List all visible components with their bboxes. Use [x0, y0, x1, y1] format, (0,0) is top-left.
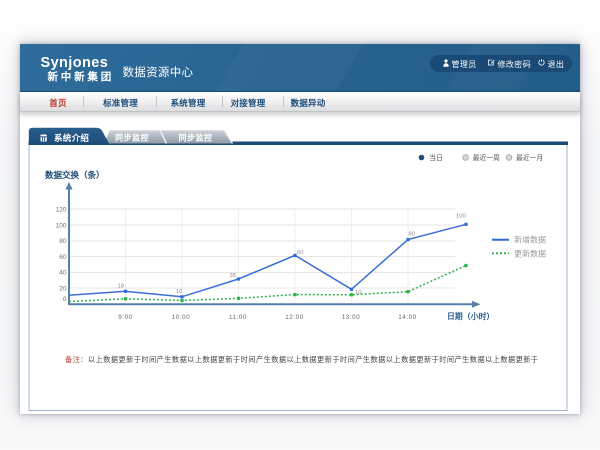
- svg-text:14:00: 14:00: [398, 314, 416, 321]
- svg-text:20: 20: [59, 286, 67, 293]
- svg-text:35: 35: [230, 273, 236, 279]
- svg-text:100: 100: [456, 214, 466, 220]
- svg-text:11:00: 11:00: [229, 314, 247, 321]
- svg-text:0: 0: [63, 296, 67, 303]
- svg-text:80: 80: [59, 238, 67, 245]
- svg-text:18: 18: [118, 284, 124, 290]
- svg-text:10: 10: [176, 289, 182, 295]
- svg-text:120: 120: [56, 207, 67, 214]
- svg-text:最近一周: 最近一周: [473, 153, 500, 162]
- svg-text:10:00: 10:00: [172, 314, 190, 321]
- svg-text:100: 100: [56, 222, 67, 229]
- svg-text:10: 10: [355, 290, 361, 296]
- svg-text:日期（小时）: 日期（小时）: [447, 311, 494, 321]
- svg-text:当日: 当日: [429, 153, 443, 162]
- svg-text:更新数据: 更新数据: [514, 248, 546, 258]
- svg-text:备注：以上数据更新于时间产生数据以上数据更新于时间产生数据以: 备注：以上数据更新于时间产生数据以上数据更新于时间产生数据以上数据更新于时间产生…: [65, 355, 539, 364]
- svg-text:系统介绍: 系统介绍: [54, 133, 89, 143]
- svg-text:12:00: 12:00: [285, 314, 303, 321]
- svg-text:60: 60: [297, 250, 303, 256]
- svg-text:最近一月: 最近一月: [516, 153, 543, 162]
- svg-text:13:00: 13:00: [342, 314, 360, 321]
- svg-text:新增数据: 新增数据: [514, 235, 546, 245]
- svg-text:9:00: 9:00: [118, 314, 132, 321]
- svg-text:60: 60: [59, 254, 67, 261]
- svg-text:同步监控: 同步监控: [115, 132, 149, 142]
- svg-text:数据交换（条）: 数据交换（条）: [45, 170, 105, 180]
- svg-text:80: 80: [409, 232, 415, 238]
- svg-text:同步监控: 同步监控: [179, 132, 213, 142]
- svg-text:40: 40: [59, 270, 67, 277]
